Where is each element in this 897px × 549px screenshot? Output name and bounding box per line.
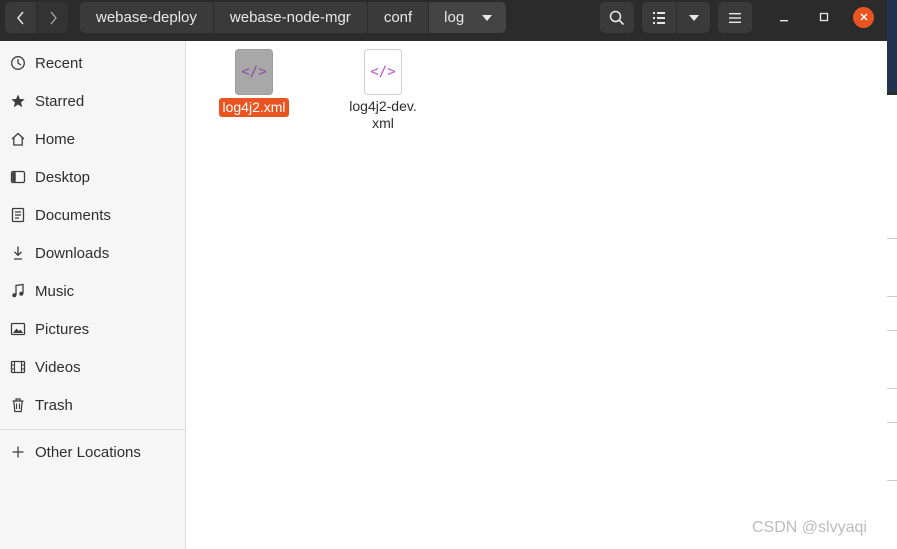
back-button[interactable]: [5, 2, 36, 33]
search-button[interactable]: [600, 2, 634, 33]
sidebar-item-label: Videos: [35, 358, 81, 376]
sidebar-item-label: Music: [35, 282, 75, 300]
close-button[interactable]: [853, 7, 874, 28]
sidebar-item-label: Desktop: [35, 168, 91, 186]
sidebar-item-starred[interactable]: Starred: [0, 82, 185, 120]
plus-icon: [10, 444, 26, 460]
file-name: log4j2-dev. xml: [349, 98, 416, 132]
sidebar-item-music[interactable]: Music: [0, 272, 185, 310]
sidebar-item-label: Trash: [35, 396, 73, 414]
sidebar-item-label: Home: [35, 130, 76, 148]
caret-down-icon: [482, 14, 493, 21]
sidebar-item-home[interactable]: Home: [0, 120, 185, 158]
sidebar: Recent Starred Home Desktop Documents Do…: [0, 41, 186, 549]
divider: [887, 330, 897, 331]
desktop-icon: [10, 169, 26, 185]
search-icon: [609, 10, 625, 26]
divider: [887, 238, 897, 239]
sidebar-divider: [0, 429, 185, 430]
background-window-accent: [887, 0, 897, 92]
trash-icon: [10, 397, 26, 413]
sidebar-item-desktop[interactable]: Desktop: [0, 158, 185, 196]
sidebar-item-label: Recent: [35, 54, 83, 72]
sidebar-item-downloads[interactable]: Downloads: [0, 234, 185, 272]
file-name: log4j2.xml: [219, 98, 289, 117]
divider: [887, 422, 897, 423]
forward-button[interactable]: [37, 2, 68, 33]
download-icon: [10, 245, 26, 261]
caret-down-icon: [688, 14, 700, 22]
hamburger-icon: [728, 12, 742, 24]
sidebar-item-other-locations[interactable]: Other Locations: [0, 433, 185, 471]
chevron-right-icon: [48, 10, 58, 26]
file-name-line: log4j2-dev.: [349, 98, 417, 114]
maximize-button[interactable]: [814, 8, 834, 28]
xml-file-icon: </>: [235, 49, 273, 95]
file-view: </> log4j2.xml </> log4j2-dev. xml: [186, 41, 887, 549]
divider: [887, 480, 897, 481]
menu-button[interactable]: [718, 2, 752, 33]
sidebar-item-documents[interactable]: Documents: [0, 196, 185, 234]
breadcrumb-item[interactable]: conf: [367, 2, 430, 33]
home-icon: [10, 131, 26, 147]
minimize-icon: [779, 9, 789, 27]
breadcrumb-current-label: log: [444, 9, 465, 26]
list-view-button[interactable]: [642, 2, 676, 33]
breadcrumb: webase-deploy webase-node-mgr conf log: [80, 2, 507, 33]
list-view-icon: [652, 11, 666, 25]
close-icon: [859, 9, 869, 27]
maximize-icon: [819, 9, 829, 27]
breadcrumb-item[interactable]: webase-node-mgr: [213, 2, 368, 33]
document-icon: [10, 207, 26, 223]
sidebar-item-label: Downloads: [35, 244, 110, 262]
clock-icon: [10, 55, 26, 71]
sidebar-item-videos[interactable]: Videos: [0, 348, 185, 386]
file-item-log4j2-xml[interactable]: </> log4j2.xml: [199, 49, 309, 117]
music-icon: [10, 283, 26, 299]
divider: [887, 388, 897, 389]
chevron-left-icon: [16, 10, 26, 26]
video-icon: [10, 359, 26, 375]
file-name-line: xml: [372, 115, 394, 131]
picture-icon: [10, 321, 26, 337]
sidebar-item-label: Other Locations: [35, 443, 141, 461]
view-options-button[interactable]: [677, 2, 710, 33]
sidebar-item-recent[interactable]: Recent: [0, 44, 185, 82]
file-item-log4j2-dev-xml[interactable]: </> log4j2-dev. xml: [328, 49, 438, 132]
breadcrumb-item[interactable]: webase-deploy: [80, 2, 214, 33]
sidebar-item-label: Starred: [35, 92, 85, 110]
breadcrumb-current[interactable]: log: [429, 2, 507, 33]
background-window-edge: [887, 0, 897, 549]
sidebar-item-trash[interactable]: Trash: [0, 386, 185, 424]
header-bar: webase-deploy webase-node-mgr conf log: [0, 0, 887, 41]
sidebar-item-label: Documents: [35, 206, 111, 224]
code-glyph: </>: [241, 64, 267, 80]
minimize-button[interactable]: [774, 8, 794, 28]
xml-file-icon: </>: [364, 49, 402, 95]
watermark: CSDN @slvyaqi: [752, 519, 867, 536]
file-manager-window: webase-deploy webase-node-mgr conf log R…: [0, 0, 887, 549]
divider: [887, 296, 897, 297]
sidebar-item-label: Pictures: [35, 320, 90, 338]
star-icon: [10, 93, 26, 109]
sidebar-item-pictures[interactable]: Pictures: [0, 310, 185, 348]
code-glyph: </>: [370, 64, 396, 80]
